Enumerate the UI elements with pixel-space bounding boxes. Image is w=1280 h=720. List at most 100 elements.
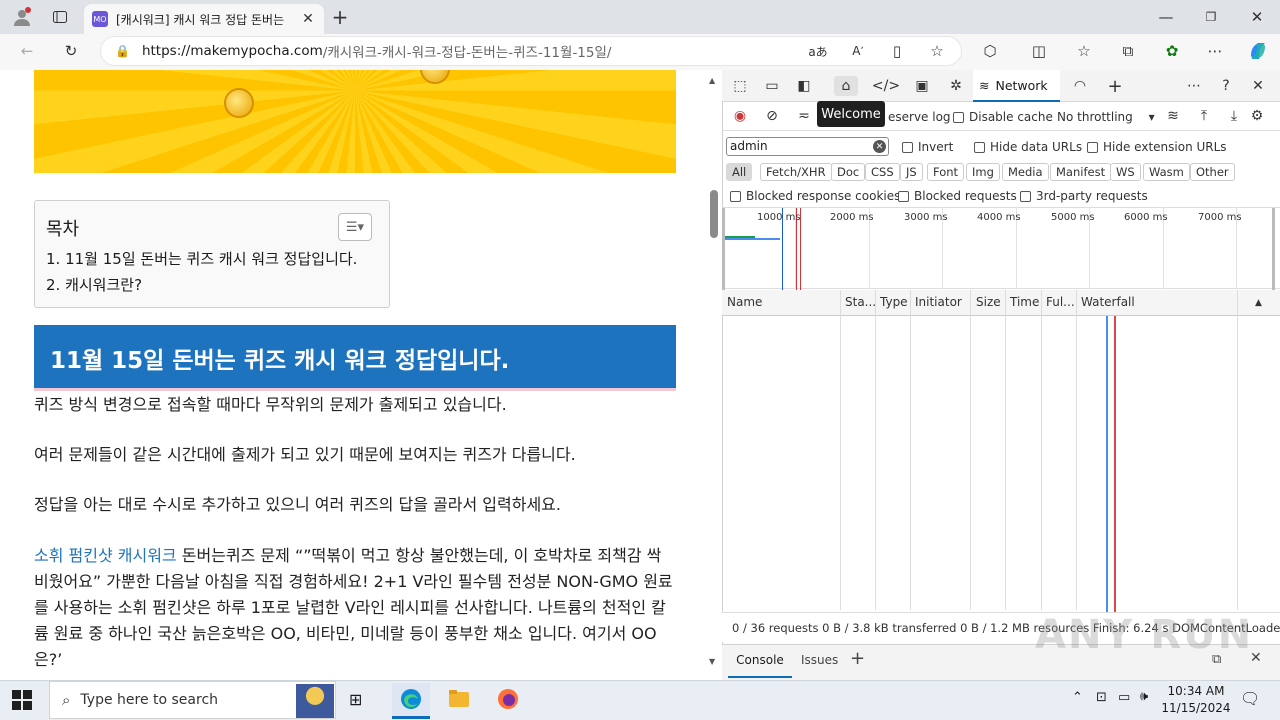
console-icon[interactable]: ▣ [910, 76, 934, 96]
chip-manifest[interactable]: Manifest [1050, 163, 1112, 181]
new-tab-icon[interactable]: + [326, 3, 354, 31]
devtools-more-icon[interactable]: ⋯ [1182, 76, 1206, 96]
start-windows-icon[interactable] [12, 690, 32, 713]
network-tray-icon[interactable]: ⊡ [1096, 690, 1107, 705]
scrollbar-thumb[interactable] [710, 190, 718, 238]
dock-icon[interactable]: ◧ [792, 76, 816, 96]
back-icon[interactable]: ← [12, 36, 42, 66]
edge-icon[interactable] [400, 688, 422, 713]
add-drawer-tab-icon[interactable]: + [850, 648, 865, 669]
chip-ws[interactable]: WS [1110, 163, 1141, 181]
chip-all[interactable]: All [726, 163, 753, 181]
clear-icon[interactable]: ⊘ [760, 106, 784, 126]
restore-icon[interactable]: ❐ [1197, 3, 1225, 31]
chip-media[interactable]: Media [1002, 163, 1049, 181]
immersive-reader-icon[interactable]: ▯ [882, 36, 912, 66]
notifications-icon[interactable]: 🗨 [1240, 689, 1260, 708]
column-initiator[interactable]: Initiator [915, 295, 962, 309]
filter-icon[interactable]: ≂ [792, 106, 816, 126]
invert-checkbox[interactable]: Invert [902, 140, 953, 154]
column-size[interactable]: Size [976, 295, 1001, 309]
browser-tab[interactable]: MO [캐시워크] 캐시 워크 정답 돈버는 ✕ [84, 4, 324, 34]
chip-wasm[interactable]: Wasm [1143, 163, 1190, 181]
third-party-checkbox[interactable]: 3rd-party requests [1020, 189, 1148, 203]
welcome-home-icon[interactable]: ⌂ [834, 76, 858, 96]
scroll-down-icon[interactable]: ▼ [709, 657, 715, 666]
chip-doc[interactable]: Doc [831, 163, 866, 181]
copilot-icon[interactable] [1243, 36, 1273, 66]
toc-item[interactable]: 2. 캐시워크란? [46, 274, 142, 295]
profile-icon[interactable] [8, 3, 36, 31]
network-settings-icon[interactable]: ⚙ [1245, 106, 1269, 126]
toc-toggle-button[interactable]: ☰▾ [338, 213, 372, 241]
overview-handle[interactable] [722, 208, 725, 290]
minimize-icon[interactable]: — [1152, 3, 1180, 31]
extensions-icon[interactable]: ⬡ [975, 36, 1005, 66]
inspect-icon[interactable]: ⬚ [728, 76, 752, 96]
tab-network[interactable]: ≋ Network [973, 70, 1060, 102]
disable-cache-checkbox[interactable]: Disable cache [953, 110, 1053, 124]
task-view-icon[interactable]: ⊞ [349, 690, 362, 709]
volume-icon[interactable]: 🕪 [1140, 689, 1148, 704]
more-menu-icon[interactable]: ⋯ [1200, 36, 1230, 66]
close-devtools-icon[interactable]: ✕ [1246, 76, 1270, 96]
close-tab-icon[interactable]: ✕ [300, 11, 316, 27]
file-explorer-icon[interactable] [448, 689, 470, 712]
sources-icon[interactable]: ✲ [944, 76, 968, 96]
column-name[interactable]: Name [727, 295, 762, 309]
tab-actions-icon[interactable] [46, 3, 74, 31]
record-icon[interactable]: ◉ [728, 106, 752, 126]
taskbar-search-input[interactable]: ⌕ Type here to search [49, 681, 336, 719]
column-time[interactable]: Time [1010, 295, 1039, 309]
blocked-cookies-checkbox[interactable]: Blocked response cookies [730, 189, 900, 203]
lock-icon[interactable]: 🔒 [115, 44, 130, 58]
preserve-log-label[interactable]: eserve log [888, 110, 951, 124]
chip-font[interactable]: Font [927, 163, 965, 181]
help-icon[interactable]: ? [1214, 76, 1238, 96]
column-waterfall[interactable]: Waterfall [1081, 295, 1135, 309]
firefox-icon[interactable] [497, 688, 519, 713]
filter-input[interactable]: admin [726, 137, 889, 156]
toc-item[interactable]: 1. 11월 15일 돈버는 퀴즈 캐시 워크 정답입니다. [46, 248, 357, 269]
system-clock[interactable]: 10:34 AM 11/15/2024 [1160, 683, 1232, 717]
add-tool-icon[interactable]: + [1103, 76, 1127, 97]
column-type[interactable]: Type [880, 295, 908, 309]
chip-css[interactable]: CSS [865, 163, 900, 181]
product-link[interactable]: 소휘 펌킨샷 캐시워크 [34, 546, 177, 565]
split-screen-icon[interactable]: ◫ [1024, 36, 1054, 66]
performance-icon[interactable]: ✿ [1157, 36, 1187, 66]
chip-other[interactable]: Other [1190, 163, 1235, 181]
tab-console[interactable]: Console [728, 644, 792, 678]
tab-issues[interactable]: Issues [801, 653, 838, 667]
favorite-star-icon[interactable]: ☆ [922, 36, 952, 66]
favorites-icon[interactable]: ☆ [1069, 36, 1099, 66]
ethernet-icon[interactable]: ▭ [1118, 690, 1130, 705]
performance-tab-icon[interactable]: ◠ [1068, 76, 1092, 96]
overview-handle[interactable] [1272, 208, 1275, 290]
read-aloud-icon[interactable]: aあ [803, 36, 833, 66]
scroll-up-icon[interactable]: ▲ [709, 76, 715, 85]
page-scrollbar[interactable] [708, 70, 722, 680]
show-hidden-icons[interactable]: ⌃ [1072, 690, 1083, 705]
column-status[interactable]: Sta... [845, 295, 876, 309]
throttling-select[interactable]: No throttling ▾ [1057, 110, 1155, 124]
blocked-requests-checkbox[interactable]: Blocked requests [898, 189, 1017, 203]
network-conditions-icon[interactable]: ≋ [1161, 106, 1185, 126]
clear-filter-icon[interactable]: ✕ [873, 140, 886, 153]
close-window-icon[interactable]: ✕ [1243, 3, 1271, 31]
elements-icon[interactable]: </> [872, 76, 900, 96]
font-icon[interactable]: Aʼ [843, 36, 873, 66]
import-har-icon[interactable]: ⤒ [1192, 106, 1216, 126]
banner-image [34, 70, 676, 173]
device-emulation-icon[interactable]: ▭ [760, 76, 784, 96]
hide-extension-urls-checkbox[interactable]: Hide extension URLs [1087, 140, 1227, 154]
chip-fetch-xhr[interactable]: Fetch/XHR [760, 163, 832, 181]
chip-img[interactable]: Img [966, 163, 1000, 181]
refresh-icon[interactable]: ↻ [56, 36, 86, 66]
sort-up-icon[interactable]: ▲ [1255, 298, 1262, 308]
chip-js[interactable]: JS [900, 163, 923, 181]
export-har-icon[interactable]: ⤓ [1222, 106, 1246, 126]
collections-icon[interactable]: ⧉ [1113, 36, 1143, 66]
hide-data-urls-checkbox[interactable]: Hide data URLs [974, 140, 1082, 154]
column-fulfilled[interactable]: Ful... [1046, 295, 1075, 309]
